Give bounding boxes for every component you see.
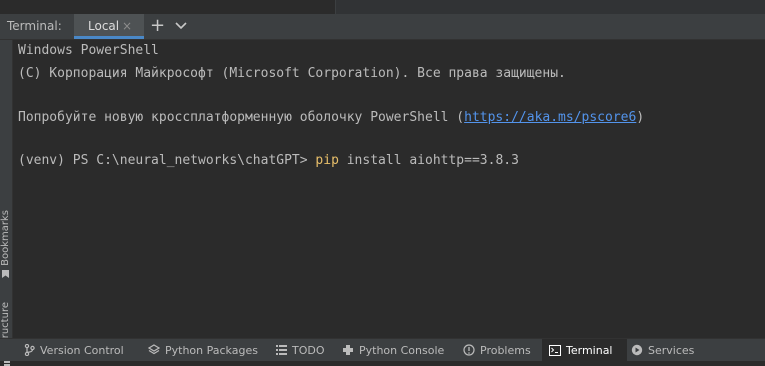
terminal-toolwindow-header: Terminal: Local × + [0, 14, 765, 40]
toolwindow-title: Terminal: [7, 19, 62, 33]
prompt-text: (venv) PS C:\neural_networks\chatGPT> [18, 153, 316, 168]
chevron-down-icon[interactable] [175, 20, 187, 32]
terminal-icon [549, 344, 561, 356]
branch-icon [24, 344, 35, 356]
terminal-output[interactable]: Windows PowerShell (C) Корпорация Майкро… [18, 40, 763, 338]
new-tab-plus-icon[interactable]: + [150, 15, 165, 36]
terminal-line: Windows PowerShell [18, 43, 159, 58]
bottom-item-label: Version Control [40, 343, 124, 357]
terminal-line: (C) Корпорация Майкрософт (Microsoft Cor… [18, 66, 566, 81]
console-icon [343, 345, 353, 355]
bottom-item-label: Python Packages [165, 343, 258, 357]
python-console-button[interactable]: Python Console [342, 339, 444, 361]
bookmarks-stripe-button[interactable]: Bookmarks [0, 210, 11, 266]
command-keyword: pip [315, 153, 339, 168]
bottom-item-label: Services [648, 343, 695, 357]
bottom-item-label: Problems [480, 343, 531, 357]
version-control-button[interactable]: Version Control [24, 339, 124, 361]
left-tool-stripe: Bookmarks Structure [0, 40, 13, 366]
terminal-text: ) [636, 110, 645, 125]
command-args: install aiohttp==3.8.3 [338, 153, 519, 168]
terminal-line: Попробуйте новую кроссплатформенную обол… [18, 110, 644, 125]
tab-local-label: Local [88, 19, 120, 33]
editor-right-panel [335, 0, 765, 14]
bottom-item-label: TODO [292, 343, 325, 357]
play-icon [631, 344, 643, 356]
layers-icon [148, 344, 160, 355]
problems-button[interactable]: Problems [463, 339, 531, 361]
bottom-item-label: Terminal [566, 343, 613, 357]
python-packages-button[interactable]: Python Packages [148, 339, 258, 361]
terminal-text: Попробуйте новую кроссплатформенную обол… [18, 110, 465, 125]
tab-local[interactable]: Local × [74, 14, 144, 39]
warning-icon [463, 344, 475, 356]
bottom-tool-bar: Version Control Python Packages TODO Pyt… [0, 338, 765, 361]
terminal-button[interactable]: Terminal [542, 339, 627, 361]
editor-remnant-strip [0, 0, 765, 14]
pscore-link[interactable]: https://aka.ms/pscore6 [464, 110, 636, 125]
list-icon [276, 345, 287, 355]
terminal-prompt-line[interactable]: (venv) PS C:\neural_networks\chatGPT> pi… [18, 153, 519, 168]
tab-active-underline [74, 36, 144, 39]
bottom-item-label: Python Console [359, 343, 445, 357]
services-button[interactable]: Services [631, 339, 694, 361]
close-tab-icon[interactable]: × [122, 19, 132, 33]
todo-button[interactable]: TODO [276, 339, 325, 361]
bookmark-icon [2, 270, 9, 278]
